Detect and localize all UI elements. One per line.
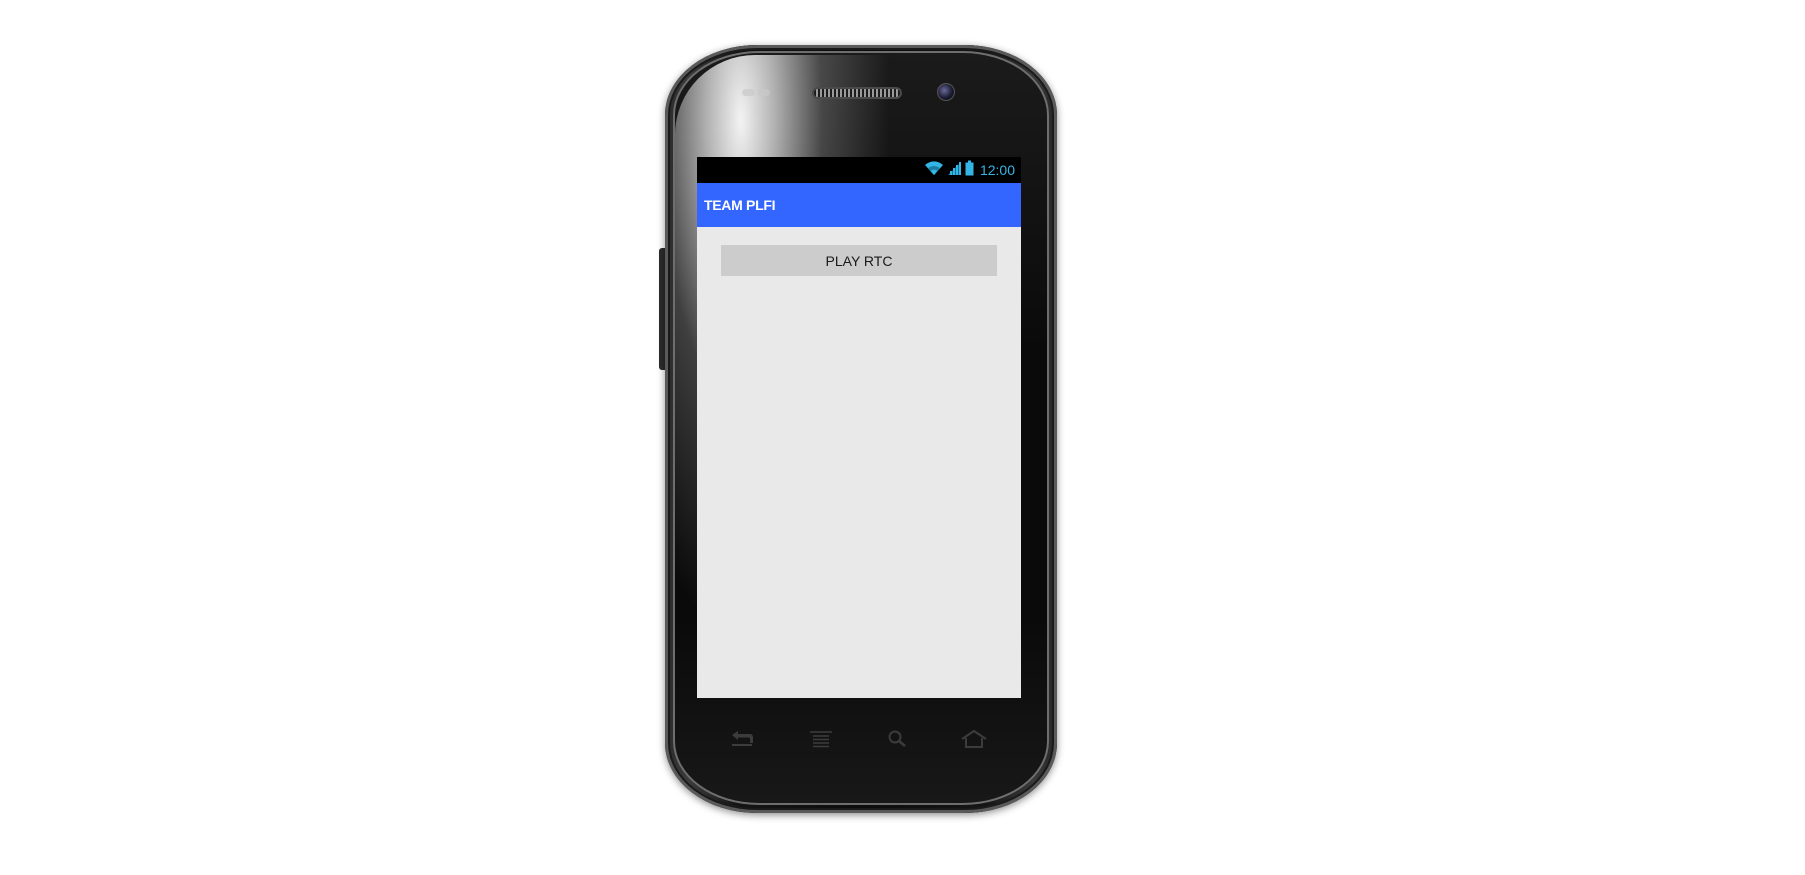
stage: 12:00 TEAM PLFI PLAY RTC [0,0,1805,875]
back-icon[interactable] [727,728,757,750]
status-bar: 12:00 [697,157,1021,183]
signal-icon [947,160,962,181]
earpiece-speaker [812,87,902,99]
device-screen: 12:00 TEAM PLFI PLAY RTC [697,157,1021,698]
battery-icon [965,160,974,181]
play-rtc-button[interactable]: PLAY RTC [721,245,997,276]
wifi-icon [924,160,944,181]
status-time: 12:00 [979,162,1015,178]
menu-icon[interactable] [806,728,836,750]
home-icon[interactable] [959,728,989,750]
app-title: TEAM PLFI [704,197,776,213]
action-bar: TEAM PLFI [697,183,1021,227]
main-content: PLAY RTC [697,227,1021,698]
search-icon[interactable] [883,728,913,750]
front-camera [937,83,955,101]
proximity-sensor [742,89,755,96]
light-sensor [757,89,770,96]
